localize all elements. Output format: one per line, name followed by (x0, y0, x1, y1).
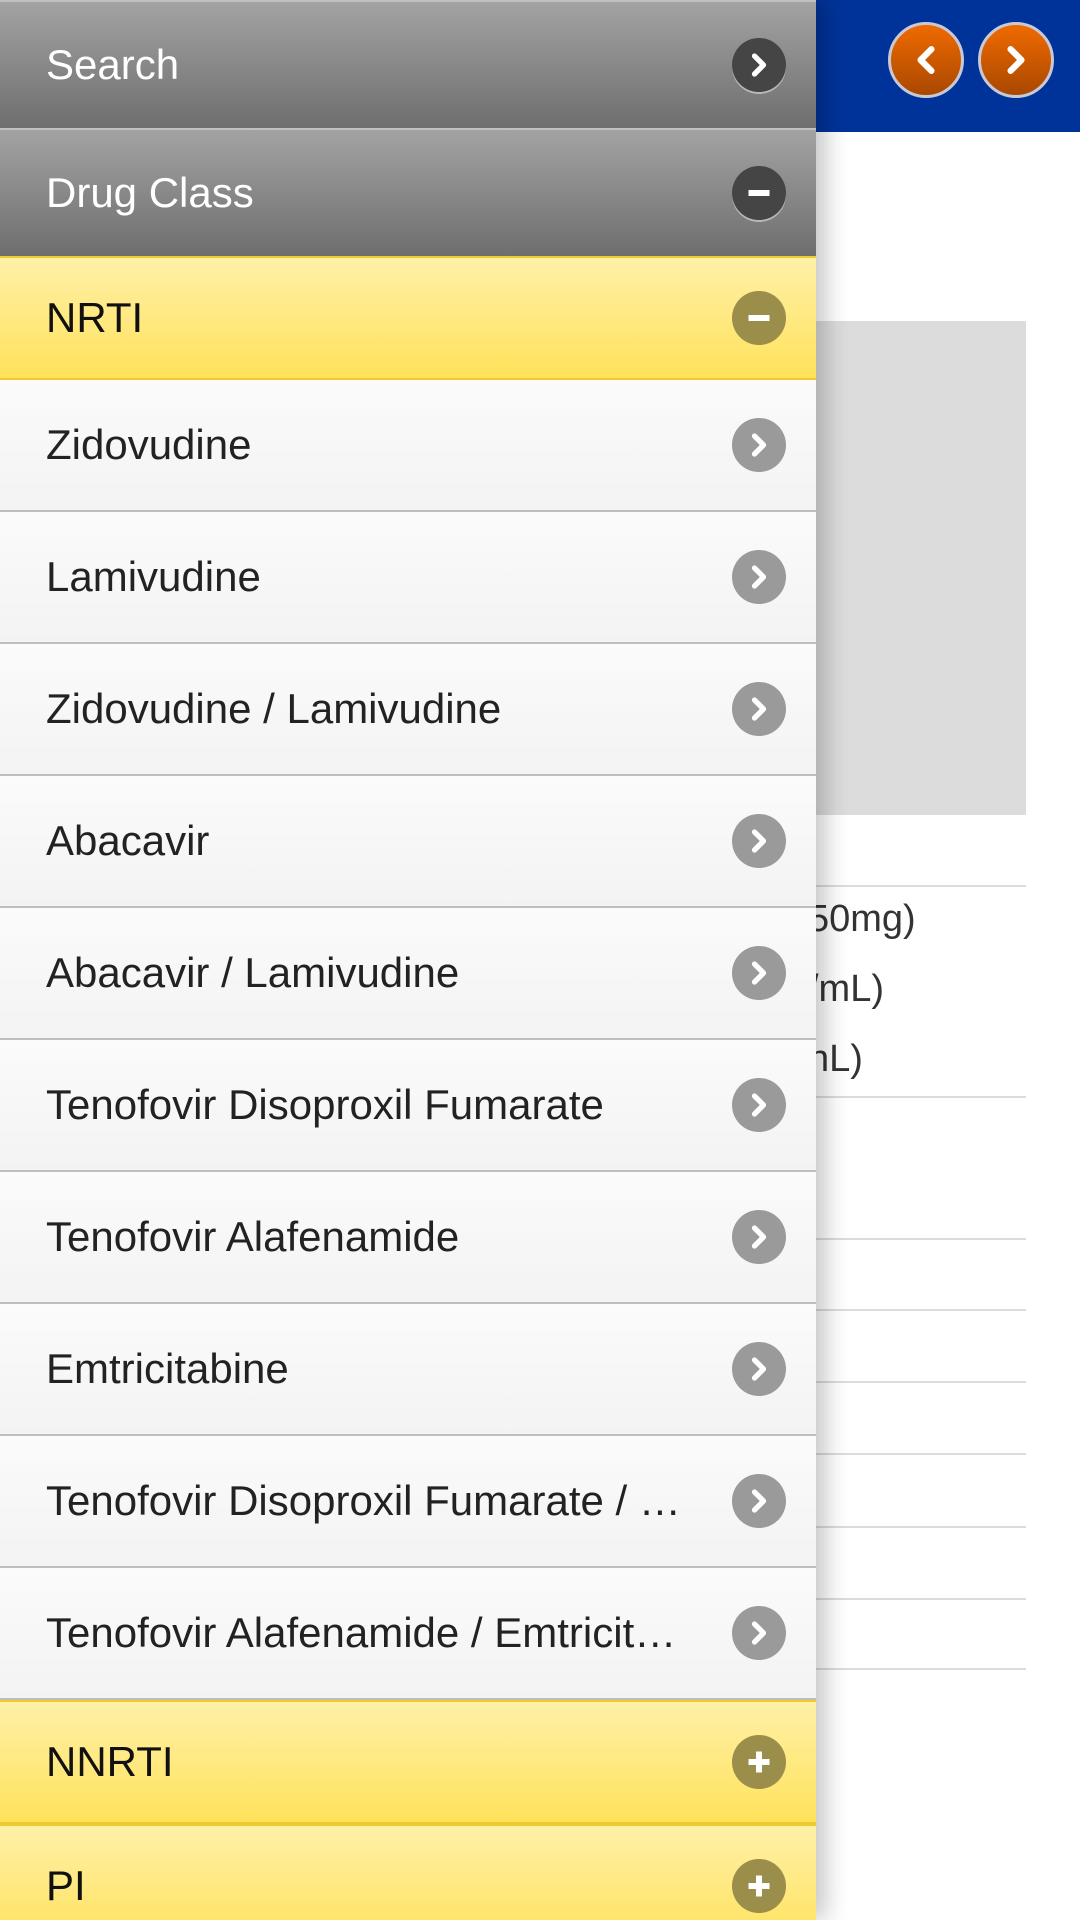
menu-nnrti[interactable]: NNRTI (0, 1700, 816, 1824)
drug-name: Tenofovir Alafenamide / Emtricitabine (46, 1609, 732, 1656)
divider (816, 1381, 1026, 1383)
menu-nrti[interactable]: NRTI (0, 256, 816, 380)
content-text: /mL) (808, 968, 884, 1010)
menu-drug-class[interactable]: Drug Class (0, 128, 816, 256)
divider (816, 1238, 1026, 1240)
divider (816, 1668, 1026, 1670)
menu-search[interactable]: Search (0, 0, 816, 128)
chevron-right-icon (732, 1342, 786, 1396)
content-image-placeholder (816, 321, 1026, 815)
menu-label: Search (46, 41, 180, 88)
chevron-right-icon (732, 814, 786, 868)
divider (816, 1309, 1026, 1311)
divider (816, 1096, 1026, 1098)
drug-list-item[interactable]: Tenofovir Disoproxil Fumarate (0, 1040, 816, 1172)
previous-button[interactable] (888, 22, 964, 98)
divider (816, 1526, 1026, 1528)
chevron-right-icon (732, 418, 786, 472)
menu-label: Drug Class (46, 169, 254, 216)
drug-list-item[interactable]: Tenofovir Alafenamide / Emtricitabine (0, 1568, 816, 1700)
chevron-right-icon (732, 550, 786, 604)
chevron-right-icon (732, 946, 786, 1000)
content-text: 50mg) (808, 898, 916, 940)
side-menu: Search Drug Class NRTI Zidovudine Lamivud… (0, 0, 816, 1920)
menu-label: NRTI (46, 294, 144, 341)
chevron-right-icon (732, 1474, 786, 1528)
drug-name: Tenofovir Alafenamide (46, 1213, 460, 1260)
plus-icon (732, 1735, 786, 1789)
menu-label: NNRTI (46, 1738, 174, 1785)
drug-name: Tenofovir Disoproxil Fumarate (46, 1081, 604, 1128)
drug-name: Zidovudine / Lamivudine (46, 685, 502, 732)
drug-list-item[interactable]: Zidovudine (0, 380, 816, 512)
drug-name: Zidovudine (46, 421, 252, 468)
drug-name: Abacavir (46, 817, 210, 864)
chevron-right-icon (732, 1078, 786, 1132)
drug-name: Tenofovir Disoproxil Fumarate / Emtricit… (46, 1477, 732, 1524)
next-button[interactable] (978, 22, 1054, 98)
drug-list-item[interactable]: Lamivudine (0, 512, 816, 644)
menu-pi[interactable]: PI (0, 1824, 816, 1920)
divider (816, 1453, 1026, 1455)
chevron-right-icon (732, 1606, 786, 1660)
minus-icon (732, 166, 786, 220)
chevron-right-icon (732, 38, 786, 92)
drug-list-item[interactable]: Tenofovir Alafenamide (0, 1172, 816, 1304)
chevron-right-icon (732, 1210, 786, 1264)
drug-name: Abacavir / Lamivudine (46, 949, 460, 996)
drug-list-item[interactable]: Tenofovir Disoproxil Fumarate / Emtricit… (0, 1436, 816, 1568)
drug-list-item[interactable]: Emtricitabine (0, 1304, 816, 1436)
drug-list-item[interactable]: Abacavir (0, 776, 816, 908)
chevron-left-icon (917, 46, 935, 74)
drug-list-item[interactable]: Abacavir / Lamivudine (0, 908, 816, 1040)
drug-list-item[interactable]: Zidovudine / Lamivudine (0, 644, 816, 776)
chevron-right-icon (1007, 46, 1025, 74)
divider (816, 885, 1026, 887)
minus-icon (732, 291, 786, 345)
drug-name: Lamivudine (46, 553, 261, 600)
divider (816, 1598, 1026, 1600)
drug-name: Emtricitabine (46, 1345, 289, 1392)
plus-icon (732, 1859, 786, 1913)
content-text: nL) (808, 1038, 863, 1080)
menu-label: PI (46, 1862, 86, 1909)
chevron-right-icon (732, 682, 786, 736)
